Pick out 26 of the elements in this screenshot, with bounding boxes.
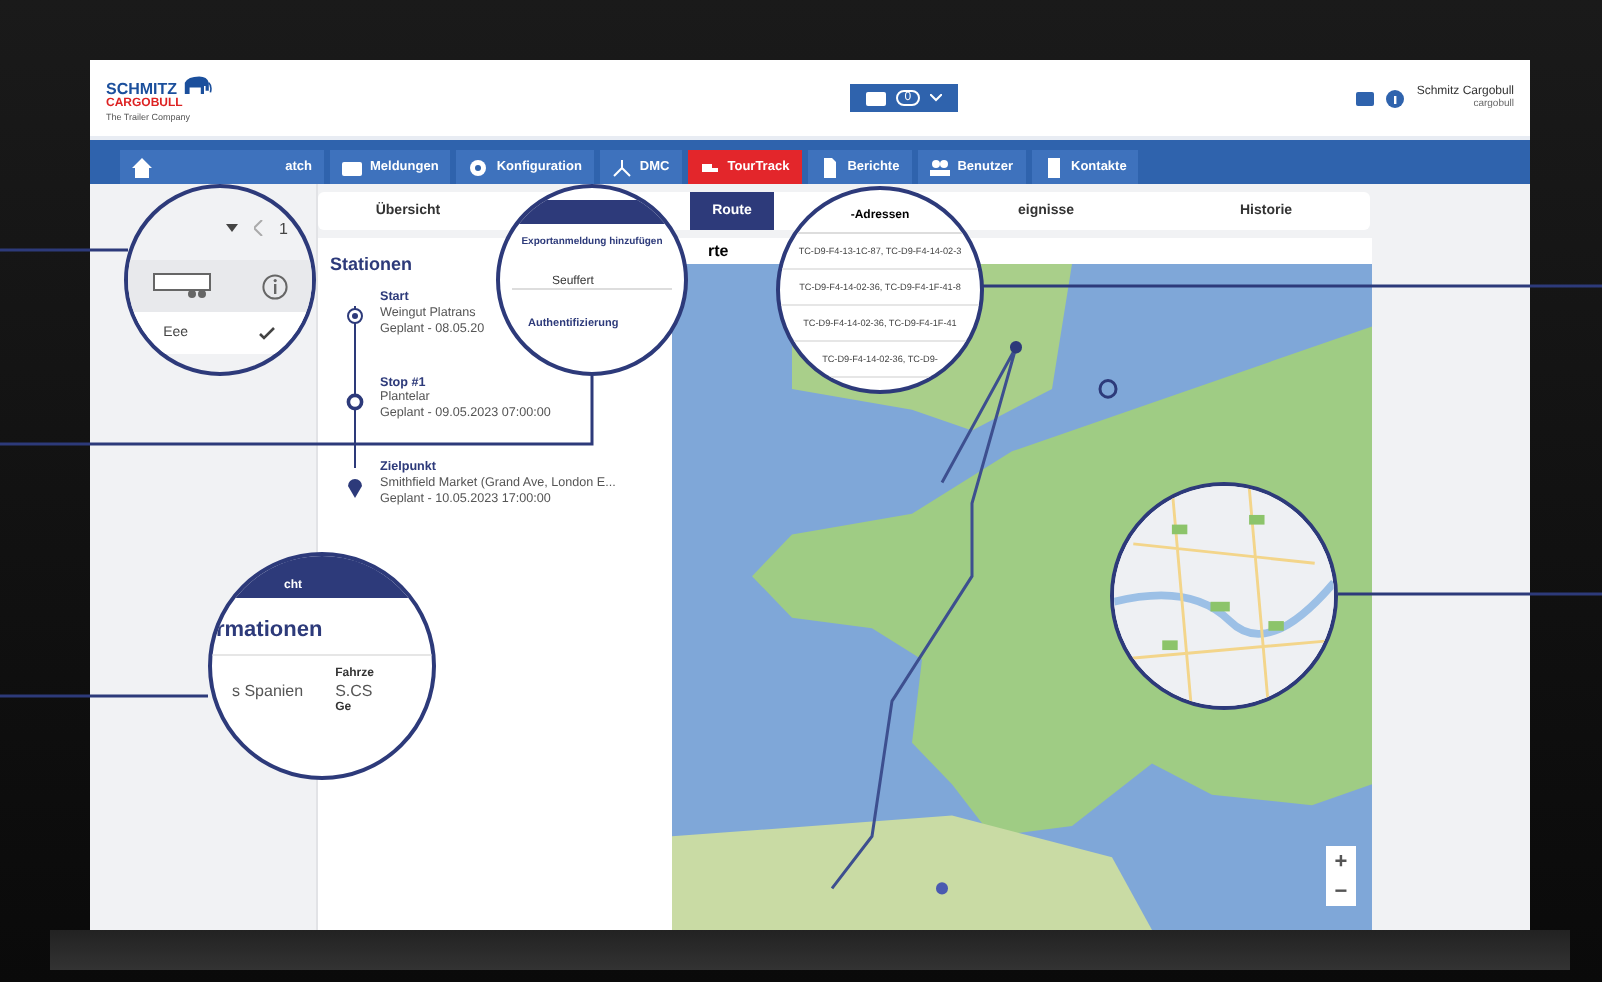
check-icon	[258, 326, 277, 340]
target-icon	[346, 306, 364, 328]
caret-icon	[225, 224, 238, 232]
section-title: rmationen	[212, 598, 432, 656]
page-number: 1	[279, 219, 288, 237]
elephant-icon	[179, 73, 212, 98]
mail-icon	[866, 91, 887, 105]
chevron-down-icon	[929, 94, 942, 102]
logo-text: SCHMITZ	[106, 81, 178, 98]
help-icon[interactable]	[1386, 89, 1405, 107]
map-title: rte	[708, 242, 729, 260]
trailer-icon	[152, 272, 213, 300]
pin-icon	[346, 476, 364, 499]
info-icon[interactable]	[261, 273, 288, 299]
circle-icon	[346, 391, 364, 414]
mail-icon[interactable]	[1356, 91, 1375, 105]
field-value: S.CS	[335, 682, 374, 700]
gear-icon	[468, 157, 489, 177]
mail-icon	[342, 157, 362, 177]
home-icon	[132, 157, 152, 177]
contact-card-icon	[1043, 157, 1064, 177]
stations-title: Stationen	[330, 254, 415, 274]
field-value: s Spanien	[232, 682, 304, 700]
document-icon	[819, 157, 840, 177]
users-icon	[929, 157, 950, 177]
network-icon	[611, 157, 632, 177]
